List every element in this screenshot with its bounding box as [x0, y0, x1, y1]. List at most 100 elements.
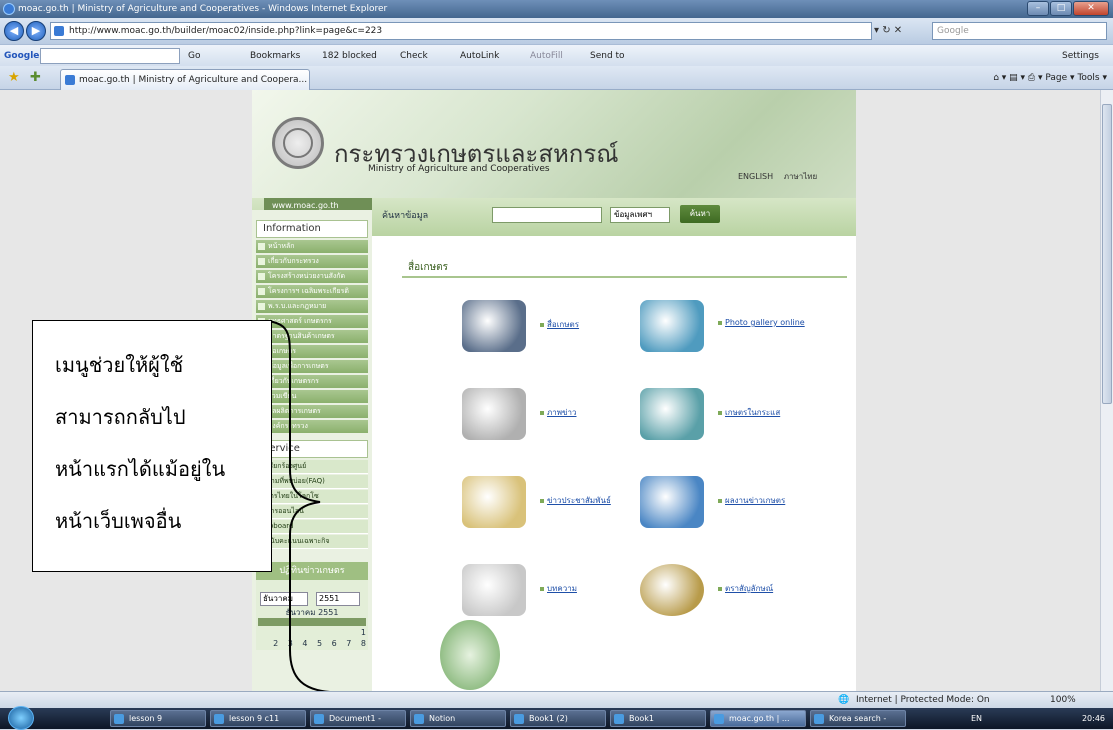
go-button[interactable]: Go: [188, 45, 200, 67]
maximize-button[interactable]: □: [1050, 1, 1072, 16]
tools-menu[interactable]: Tools: [1077, 73, 1099, 83]
mail-icon[interactable]: [640, 476, 704, 528]
tile-link[interactable]: ข่าวประชาสัมพันธ์: [540, 494, 611, 507]
window-title: moac.go.th | Ministry of Agriculture and…: [18, 4, 388, 14]
news-icon[interactable]: [462, 476, 526, 528]
check-button[interactable]: Check: [400, 45, 428, 67]
sidebar-item[interactable]: โครงการฯ เฉลิมพระเกียรติ: [256, 285, 368, 299]
favorites-star-icon[interactable]: ★: [8, 70, 20, 85]
page-icon: [54, 26, 64, 36]
taskbar-button[interactable]: moac.go.th | ...: [710, 710, 806, 727]
tile-link[interactable]: ภาพข่าว: [540, 406, 577, 419]
send-to-button[interactable]: Send to: [590, 45, 625, 67]
tile-link[interactable]: บทความ: [540, 582, 577, 595]
taskbar-button[interactable]: lesson 9 c11: [210, 710, 306, 727]
computer-icon[interactable]: [462, 300, 526, 352]
page-menu[interactable]: Page: [1045, 73, 1067, 83]
bullet-icon: [718, 498, 722, 503]
lang-english-link[interactable]: ENGLISH: [738, 172, 773, 181]
zone-status: Internet | Protected Mode: On: [856, 695, 990, 705]
taskbar-button[interactable]: Document1 -: [310, 710, 406, 727]
taskbar-button[interactable]: Book1 (2): [510, 710, 606, 727]
website: กระทรวงเกษตรและสหกรณ์ Ministry of Agricu…: [252, 90, 856, 691]
site-title-english: Ministry of Agriculture and Cooperatives: [368, 164, 550, 174]
app-icon: [514, 714, 524, 724]
sidebar-information-title: Information: [256, 220, 368, 238]
close-button[interactable]: ✕: [1073, 1, 1109, 16]
callout-line-4: หน้าเว็บเพจอื่น: [55, 509, 182, 533]
taskbar-button[interactable]: Korea search -: [810, 710, 906, 727]
search-input[interactable]: Google: [932, 22, 1107, 40]
command-bar: ⌂ ▾ ▤ ▾ ⎙ ▾ Page ▾ Tools ▾: [993, 73, 1107, 83]
bookmarks-button[interactable]: Bookmarks: [250, 45, 300, 67]
tile-link-label: บทความ: [547, 584, 577, 593]
taskbar-button-label: lesson 9: [129, 714, 163, 723]
settings-button[interactable]: Settings: [1062, 45, 1099, 67]
section-title: สื่อเกษตร: [408, 262, 449, 273]
sidebar-item[interactable]: เกี่ยวกับกระทรวง: [256, 255, 368, 269]
forward-button[interactable]: ▶: [26, 21, 46, 41]
feeds-icon[interactable]: ▤ ▾: [1009, 73, 1025, 83]
scrollbar-thumb[interactable]: [1102, 104, 1112, 404]
add-favorites-icon[interactable]: ✚: [30, 70, 41, 85]
ministry-seal-icon: [272, 117, 324, 169]
tile-link[interactable]: ผลงานข่าวเกษตร: [718, 494, 785, 507]
emblem-icon: [440, 620, 500, 690]
photo-search-icon[interactable]: [640, 300, 704, 352]
bullet-icon: [540, 322, 544, 327]
bullet-icon: [258, 273, 265, 280]
app-icon: [714, 714, 724, 724]
app-icon: [414, 714, 424, 724]
tile-link-label: ตราสัญลักษณ์: [725, 584, 774, 593]
taskbar: lesson 9 lesson 9 c11 Document1 - Notion Boo…: [0, 706, 1113, 730]
seal-icon[interactable]: [640, 564, 704, 616]
tile-link-label: Photo gallery online: [725, 318, 805, 327]
language-links: ENGLISH ภาษาไทย: [730, 170, 817, 183]
sidebar-item[interactable]: โครงสร้างหน่วยงานสังกัด: [256, 270, 368, 284]
site-search-input[interactable]: [492, 207, 602, 223]
back-button[interactable]: ◀: [4, 21, 24, 41]
bullet-icon: [258, 258, 265, 265]
home-icon[interactable]: ⌂ ▾: [993, 73, 1006, 83]
taskbar-button[interactable]: Book1: [610, 710, 706, 727]
tab-title: moac.go.th | Ministry of Agriculture and…: [79, 75, 308, 85]
minimize-button[interactable]: –: [1027, 1, 1049, 16]
search-placeholder: Google: [937, 26, 969, 36]
taskbar-button[interactable]: Notion: [410, 710, 506, 727]
tab-moac[interactable]: moac.go.th | Ministry of Agriculture and…: [60, 69, 310, 90]
taskbar-button-label: Document1 -: [329, 714, 381, 723]
site-search-button[interactable]: ค้นหา: [680, 205, 720, 223]
callout-line-3: หน้าแรกได้แม้อยู่ใน: [55, 457, 226, 481]
bullet-icon: [718, 410, 722, 415]
bullet-icon: [258, 288, 265, 295]
popup-blocked-button[interactable]: 182 blocked: [322, 45, 377, 67]
tile-link[interactable]: Photo gallery online: [718, 318, 805, 327]
autolink-button[interactable]: AutoLink: [460, 45, 499, 67]
sidebar-item[interactable]: หน้าหลัก: [256, 240, 368, 254]
tile-link[interactable]: ตราสัญลักษณ์: [718, 582, 773, 595]
site-search-select[interactable]: ข้อมูลเพศฯ: [610, 207, 670, 223]
sidebar-item-label: พ.ร.บ.และกฎหมาย: [268, 302, 327, 310]
start-button[interactable]: [8, 706, 34, 730]
sidebar-item-label: เกี่ยวกับกระทรวง: [268, 257, 319, 265]
google-search-input[interactable]: [40, 48, 180, 64]
ie-icon: [3, 3, 15, 15]
zoom-level[interactable]: 100%: [1050, 692, 1076, 708]
sidebar-item[interactable]: พ.ร.บ.และกฎหมาย: [256, 300, 368, 314]
tile-link[interactable]: สื่อเกษตร: [540, 318, 579, 331]
bullet-icon: [258, 303, 265, 310]
site-header: กระทรวงเกษตรและสหกรณ์ Ministry of Agricu…: [252, 90, 856, 198]
book-icon[interactable]: [462, 388, 526, 440]
globe-search-icon[interactable]: [640, 388, 704, 440]
autofill-button[interactable]: AutoFill: [530, 45, 563, 67]
url-input[interactable]: http://www.moac.go.th/builder/moac02/ins…: [50, 22, 872, 40]
language-indicator[interactable]: EN: [971, 708, 982, 729]
sidebar-item-label: โครงการฯ เฉลิมพระเกียรติ: [268, 287, 349, 295]
refresh-stop-buttons[interactable]: ▾ ↻ ✕: [874, 22, 930, 40]
lang-thai-link[interactable]: ภาษาไทย: [784, 172, 818, 181]
vertical-scrollbar[interactable]: [1100, 90, 1113, 691]
tile-link[interactable]: เกษตรในกระแส: [718, 406, 780, 419]
pen-icon[interactable]: [462, 564, 526, 616]
taskbar-button[interactable]: lesson 9: [110, 710, 206, 727]
print-icon[interactable]: ⎙ ▾: [1028, 73, 1043, 83]
